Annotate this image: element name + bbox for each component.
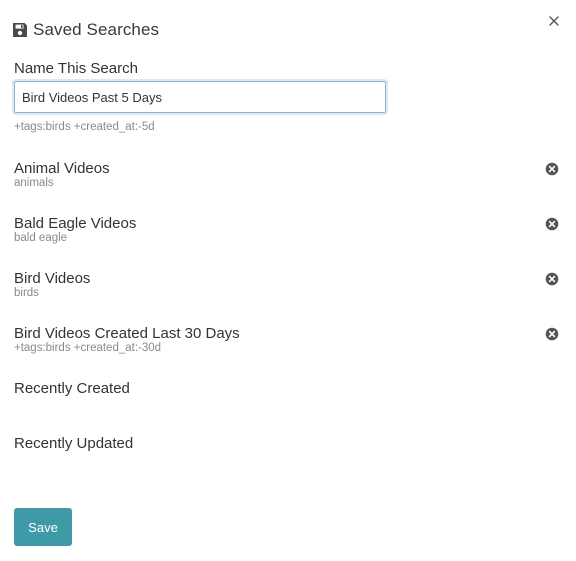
save-button[interactable]: Save <box>14 508 72 546</box>
quick-search-recently-created[interactable]: Recently Created <box>14 380 130 398</box>
remove-circle-icon[interactable] <box>545 272 559 286</box>
modal-header: Saved Searches <box>12 18 159 42</box>
search-name-label: Name This Search <box>14 60 138 77</box>
saved-search-query: bald eagle <box>14 232 68 244</box>
search-name-input[interactable] <box>14 81 386 113</box>
close-icon <box>549 16 559 26</box>
remove-circle-icon[interactable] <box>545 217 559 231</box>
quick-search-recently-updated[interactable]: Recently Updated <box>14 435 133 453</box>
saved-search-item[interactable]: Bird Videos birds <box>14 270 562 304</box>
remove-circle-icon[interactable] <box>545 162 559 176</box>
saved-search-item[interactable]: Bald Eagle Videos bald eagle <box>14 215 562 249</box>
modal-title: Saved Searches <box>33 20 160 39</box>
saved-search-query: birds <box>14 287 39 299</box>
floppy-disk-icon <box>12 22 28 38</box>
saved-search-query: +tags:birds +created_at:-30d <box>14 342 162 354</box>
close-button[interactable] <box>546 12 562 30</box>
saved-search-query: animals <box>14 177 54 189</box>
remove-circle-icon[interactable] <box>545 327 559 341</box>
saved-search-item[interactable]: Animal Videos animals <box>14 160 562 194</box>
search-query-hint: +tags:birds +created_at:-5d <box>14 121 155 133</box>
saved-search-item[interactable]: Bird Videos Created Last 30 Days +tags:b… <box>14 325 562 359</box>
